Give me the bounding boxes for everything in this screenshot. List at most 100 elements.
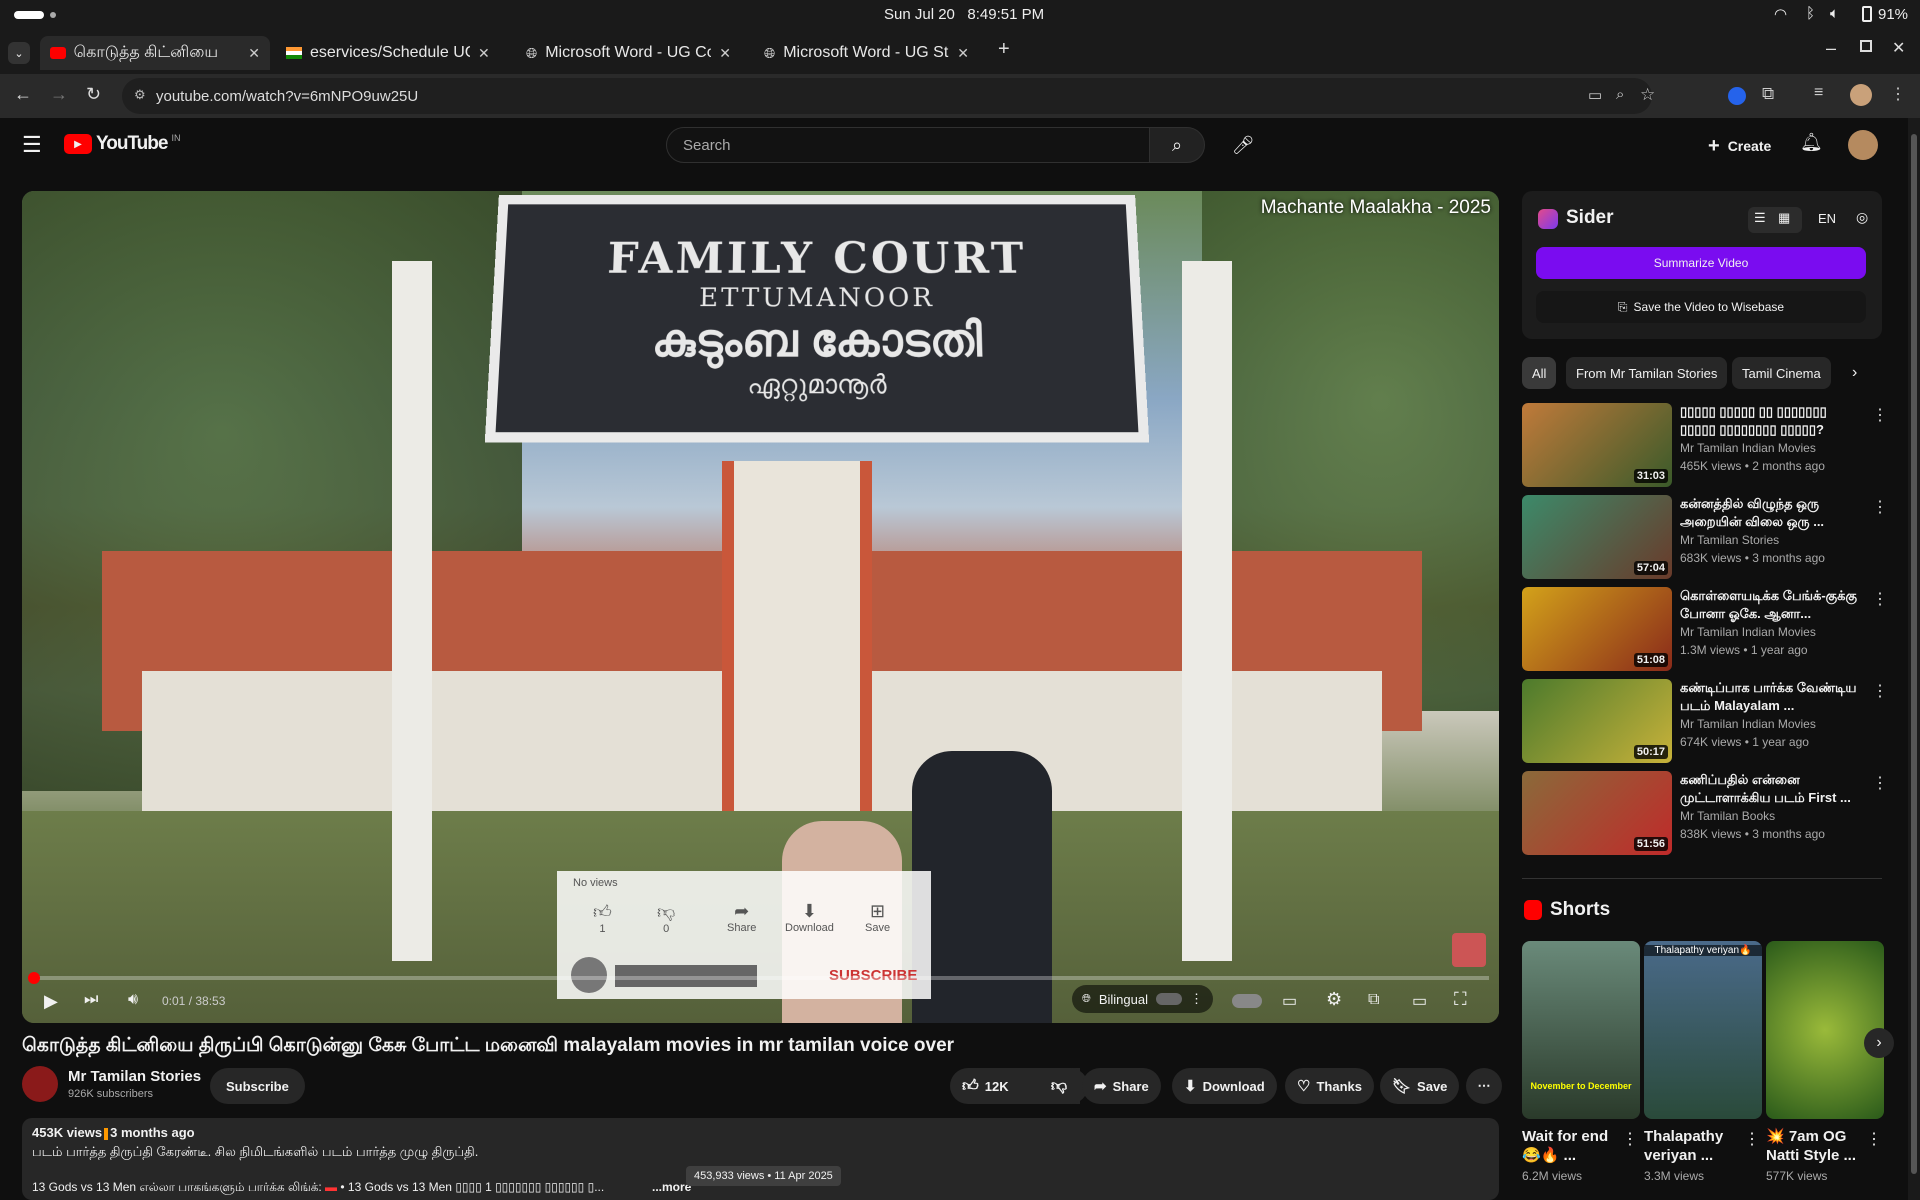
volume-icon[interactable]: 🔊︎ (128, 991, 138, 1009)
address-bar[interactable]: ⚙ youtube.com/watch?v=6mNPO9uw25U ▭ ⌕ ☆ (122, 78, 1655, 114)
more-options-icon[interactable]: ⋮ (1866, 1129, 1882, 1149)
maximize-icon[interactable] (1860, 40, 1872, 52)
channel-avatar[interactable] (22, 1066, 58, 1102)
channel-watermark-icon[interactable] (1452, 933, 1486, 967)
youtube-logo[interactable]: ▶ YouTube IN (64, 133, 180, 155)
description-box[interactable]: 453K views 3 months ago படம் பார்த்த திரு… (22, 1118, 1499, 1200)
play-icon[interactable]: ▶ (44, 991, 58, 1012)
video-title[interactable]: ▯▯▯▯▯ ▯▯▯▯▯ ▯▯ ▯▯▯▯▯▯▯ ▯▯▯▯▯ ▯▯▯▯▯▯▯▯ ▯▯… (1680, 403, 1862, 439)
channel-name[interactable]: Mr Tamilan Stories (68, 1068, 201, 1085)
recommended-video[interactable]: 57:04 கன்னத்தில் விழுந்த ஒரு அறையின் வில… (1522, 495, 1892, 581)
install-app-icon[interactable]: ▭ (1588, 86, 1602, 104)
more-options-icon[interactable]: ⋮ (1872, 589, 1888, 609)
site-info-icon[interactable]: ⚙ (134, 87, 146, 103)
reload-icon[interactable]: ↻ (86, 84, 101, 105)
endcard-share[interactable]: ➦ Share (727, 901, 756, 934)
close-tab-icon[interactable]: ✕ (248, 45, 260, 62)
video-channel[interactable]: Mr Tamilan Indian Movies (1680, 625, 1816, 639)
close-window-icon[interactable]: ✕ (1892, 38, 1905, 58)
battery-icon[interactable] (1862, 6, 1872, 22)
video-title[interactable]: கணிப்பதில் என்னை முட்டாளாக்கிய படம் Firs… (1680, 771, 1862, 807)
short-title[interactable]: Thalapathy veriyan ... (1644, 1127, 1742, 1165)
subtitles-icon[interactable]: ▭ (1282, 991, 1297, 1011)
video-thumbnail[interactable]: 50:17 (1522, 679, 1672, 763)
video-thumbnail[interactable]: 51:56 (1522, 771, 1672, 855)
video-player[interactable]: FAMILY COURT ETTUMANOOR കുടുംബ കോടതി ഏറ്… (22, 191, 1499, 1023)
short-item[interactable]: 💥 7am OG Natti Style ... 577K views ⋮ (1766, 941, 1884, 1183)
notifications-bell-icon[interactable]: 🔔︎ (1800, 132, 1823, 153)
browser-menu-icon[interactable]: ⋮ (1890, 84, 1906, 104)
share-button[interactable]: ➦ Share (1082, 1068, 1161, 1104)
voice-search-mic-icon[interactable]: 🎤︎ (1228, 130, 1258, 160)
close-tab-icon[interactable]: ✕ (957, 45, 969, 62)
more-options-icon[interactable]: ⋮ (1872, 497, 1888, 517)
tab-search-chevron-icon[interactable]: ⌄ (8, 42, 30, 64)
list-view-icon[interactable]: ☰ (1754, 210, 1766, 226)
short-title[interactable]: Wait for end 😂🔥 ... (1522, 1127, 1620, 1165)
autoplay-toggle[interactable] (1232, 994, 1262, 1008)
description-link[interactable]: • 13 Gods vs 13 Men ▯▯▯▯ 1 ▯▯▯▯▯▯▯ ▯▯▯▯▯… (340, 1180, 604, 1194)
profile-avatar[interactable] (1850, 84, 1872, 106)
more-options-icon[interactable]: ⋮ (1872, 773, 1888, 793)
clock[interactable]: Sun Jul 20 8:49:51 PM (884, 6, 1044, 23)
theater-mode-icon[interactable]: ▭ (1412, 991, 1427, 1011)
extension-blue-icon[interactable] (1728, 87, 1746, 105)
sider-settings-icon[interactable]: ◎ (1856, 209, 1868, 226)
endcard-dislike[interactable]: 👎︎ 0 (657, 901, 675, 935)
chip-from-channel[interactable]: From Mr Tamilan Stories (1566, 357, 1728, 389)
bookmark-star-icon[interactable]: ☆ (1640, 85, 1655, 105)
video-channel[interactable]: Mr Tamilan Stories (1680, 533, 1779, 547)
video-thumbnail[interactable]: 51:08 (1522, 587, 1672, 671)
activities-indicator[interactable] (14, 11, 44, 19)
hamburger-menu-icon[interactable]: ☰ (22, 132, 42, 158)
thanks-button[interactable]: ♡ Thanks (1285, 1068, 1374, 1104)
short-item[interactable]: Thalapathy veriyan🔥 Thalapathy veriyan .… (1644, 941, 1762, 1183)
zoom-icon[interactable]: ⌕ (1616, 86, 1624, 103)
media-controls-icon[interactable]: ≡ (1814, 84, 1823, 102)
scrollbar-thumb[interactable] (1911, 134, 1917, 1174)
chip-tamil-cinema[interactable]: Tamil Cinema (1732, 357, 1831, 389)
chips-next-icon[interactable]: › (1852, 364, 1857, 382)
sider-view-toggle[interactable]: ☰ ▦ (1748, 207, 1802, 233)
more-actions-button[interactable]: ⋯ (1466, 1068, 1502, 1104)
short-thumbnail[interactable] (1766, 941, 1884, 1119)
grid-view-icon[interactable]: ▦ (1778, 210, 1790, 226)
bilingual-switch[interactable] (1155, 993, 1182, 1005)
endcard-save[interactable]: ⊞ Save (865, 901, 890, 934)
more-options-icon[interactable]: ⋮ (1872, 405, 1888, 425)
more-options-icon[interactable]: ⋮ (1744, 1129, 1760, 1149)
next-video-icon[interactable]: ⏭ (84, 991, 98, 1009)
download-button[interactable]: ⬇ Download (1172, 1068, 1277, 1104)
tab-word-2[interactable]: 🌐︎ Microsoft Word - UG Stat ✕ (754, 36, 984, 70)
miniplayer-icon[interactable]: ⧉ (1368, 991, 1379, 1009)
recommended-video[interactable]: 51:08 கொள்ளையடிக்க பேங்க்-குக்கு போனா ஓக… (1522, 587, 1892, 673)
extensions-puzzle-icon[interactable]: ⧉ (1762, 84, 1774, 104)
settings-gear-icon[interactable]: ⚙ (1326, 989, 1342, 1010)
bilingual-toggle[interactable]: 🌐︎ Bilingual ⋮ (1072, 985, 1213, 1013)
subscribe-button[interactable]: Subscribe (210, 1068, 305, 1104)
video-title[interactable]: கண்டிப்பாக பார்க்க வேண்டிய படம் Malayala… (1680, 679, 1862, 715)
shorts-next-icon[interactable]: › (1864, 1028, 1894, 1058)
save-to-wisebase-button[interactable]: ⎘ Save the Video to Wisebase (1536, 291, 1866, 323)
account-avatar[interactable] (1848, 130, 1878, 160)
recommended-video[interactable]: 31:03 ▯▯▯▯▯ ▯▯▯▯▯ ▯▯ ▯▯▯▯▯▯▯ ▯▯▯▯▯ ▯▯▯▯▯… (1522, 403, 1892, 489)
volume-icon[interactable]: 🔈︎ (1830, 5, 1839, 22)
search-button[interactable]: ⌕ (1149, 127, 1205, 163)
progress-bar[interactable] (28, 972, 1489, 984)
short-item[interactable]: November to December Wait for end 😂🔥 ...… (1522, 941, 1640, 1183)
video-title[interactable]: கன்னத்தில் விழுந்த ஒரு அறையின் விலை ஒரு … (1680, 495, 1862, 531)
recommended-video[interactable]: 50:17 கண்டிப்பாக பார்க்க வேண்டிய படம் Ma… (1522, 679, 1892, 765)
video-channel[interactable]: Mr Tamilan Books (1680, 809, 1775, 823)
fullscreen-icon[interactable]: ⛶ (1454, 989, 1467, 1010)
tab-eservices[interactable]: eservices/Schedule UG | ✕ (276, 36, 506, 70)
more-options-icon[interactable]: ⋮ (1872, 681, 1888, 701)
close-tab-icon[interactable]: ✕ (478, 45, 490, 62)
endcard-like[interactable]: 👍︎ 1 (593, 901, 612, 935)
close-tab-icon[interactable]: ✕ (719, 45, 731, 62)
chip-all[interactable]: All (1522, 357, 1557, 389)
video-channel[interactable]: Mr Tamilan Indian Movies (1680, 717, 1816, 731)
summarize-video-button[interactable]: Summarize Video (1536, 247, 1866, 279)
create-button[interactable]: + Create (1708, 132, 1771, 160)
forward-icon[interactable]: → (50, 84, 68, 105)
more-options-icon[interactable]: ⋮ (1622, 1129, 1638, 1149)
